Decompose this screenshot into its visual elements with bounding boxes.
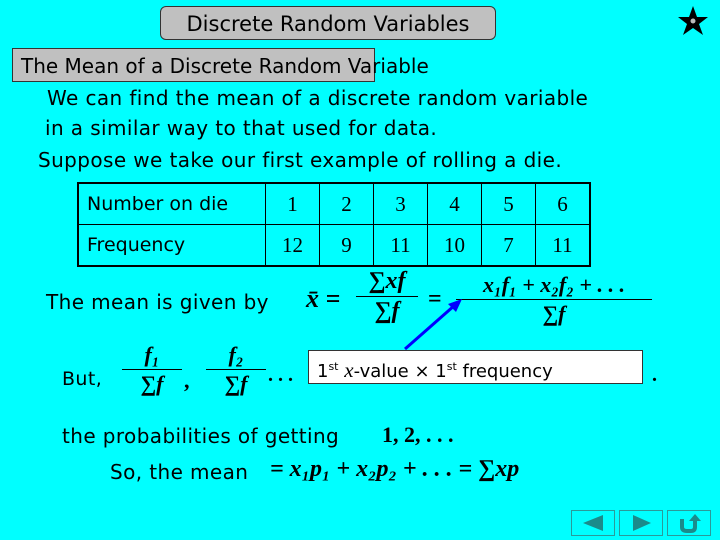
- triangle-left-icon: [583, 515, 603, 531]
- next-slide-button[interactable]: [619, 510, 663, 536]
- probabilities-text: the probabilities of getting: [62, 424, 340, 448]
- return-arrow-icon: [680, 514, 701, 533]
- conclusion-text: So, the mean: [110, 460, 249, 484]
- probabilities-values: 1, 2, . . .: [382, 422, 454, 447]
- conclusion-formula: = x₁p₁ + x₂p₂ + . . . = ∑xp: [270, 456, 520, 482]
- previous-slide-button[interactable]: [571, 510, 615, 536]
- return-button[interactable]: [667, 510, 711, 536]
- triangle-right-icon: [633, 515, 651, 531]
